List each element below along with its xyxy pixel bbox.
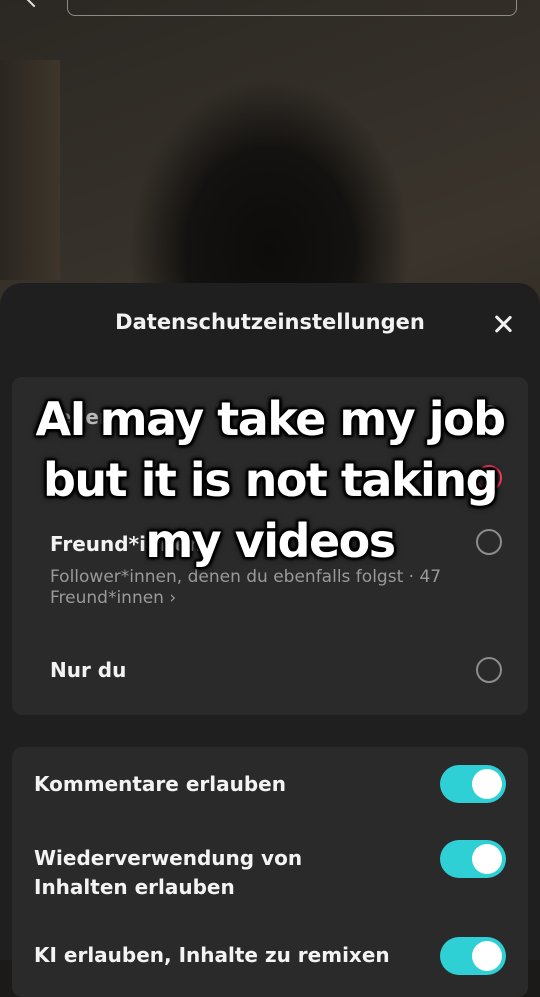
background-wall — [0, 60, 60, 280]
toggle-knob — [472, 769, 502, 799]
close-icon[interactable] — [490, 311, 516, 337]
toggle-knob — [472, 844, 502, 874]
allow-ai-remix-toggle[interactable] — [440, 937, 506, 975]
toggle-knob — [472, 941, 502, 971]
friends-description[interactable]: Follower*innen, denen du ebenfalls folgs… — [50, 567, 470, 609]
allow-comments-label: Kommentare erlauben — [34, 772, 286, 796]
allow-ai-remix-label: KI erlauben, Inhalte zu remixen — [34, 943, 390, 967]
caption-overlay: AI may take my job but it is not taking … — [35, 392, 506, 568]
allow-comments-toggle[interactable] — [440, 765, 506, 803]
sheet-title: Datenschutzeinstellungen — [115, 310, 425, 334]
audience-option-only-you[interactable]: Nur du — [50, 658, 126, 682]
audience-radio-only-you[interactable] — [476, 657, 502, 683]
privacy-settings-sheet: Datenschutzeinstellungen Jeder Freund*in… — [0, 283, 540, 997]
search-input[interactable] — [67, 0, 517, 16]
allow-reuse-toggle[interactable] — [440, 840, 506, 878]
allow-reuse-label: Wiederverwendung von Inhalten erlauben — [34, 846, 303, 899]
